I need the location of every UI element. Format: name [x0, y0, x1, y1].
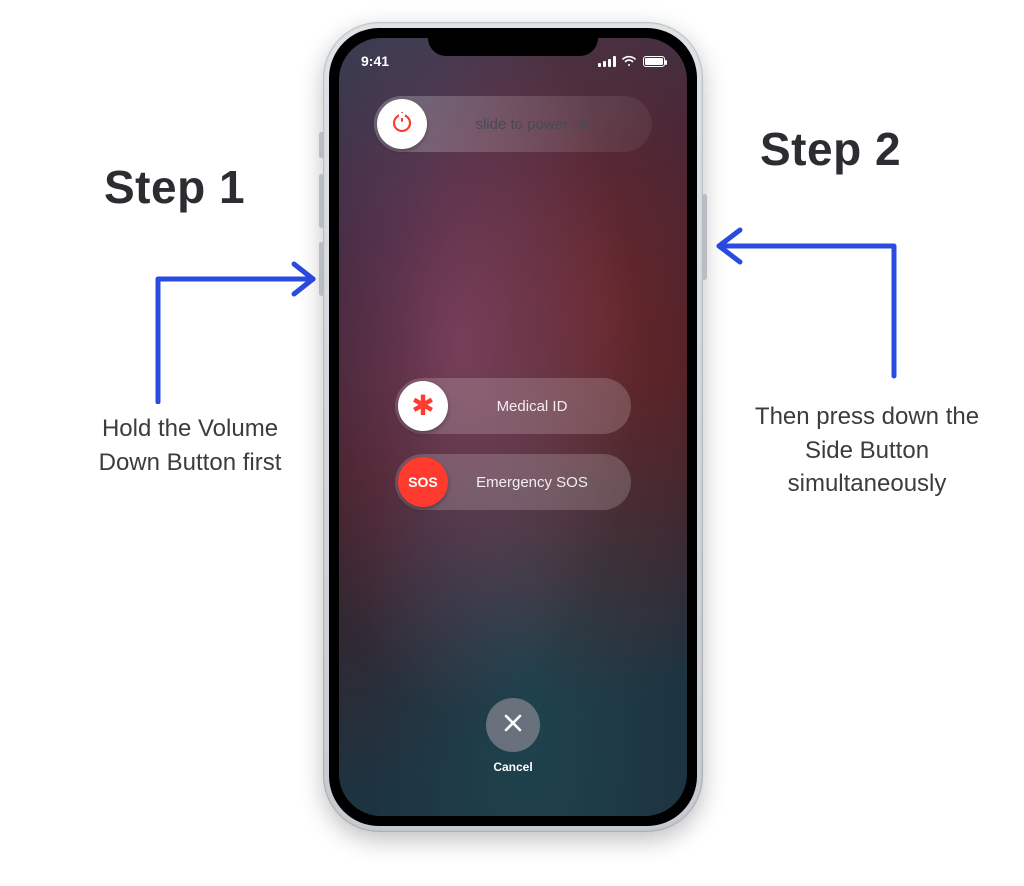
arrow-step1 — [138, 224, 328, 404]
emergency-sos-knob[interactable]: SOS — [398, 457, 448, 507]
step2-title: Step 2 — [760, 122, 901, 176]
step2-desc: Then press down the Side Button simultan… — [750, 400, 984, 501]
power-off-slider[interactable]: slide to power off — [374, 96, 652, 152]
cancel-label: Cancel — [486, 760, 540, 774]
step1-desc: Hold the Volume Down Button first — [80, 412, 300, 479]
sos-text: SOS — [408, 474, 438, 490]
phone-screen: 9:41 slide — [339, 38, 687, 816]
diagram-stage: Step 1 Hold the Volume Down Button first… — [0, 0, 1024, 886]
battery-icon — [643, 56, 665, 67]
mute-switch[interactable] — [319, 132, 324, 158]
phone-frame: 9:41 slide — [323, 22, 703, 832]
medical-id-slider[interactable]: ✱ Medical ID — [395, 378, 631, 434]
power-icon — [390, 110, 414, 138]
side-button[interactable] — [702, 194, 707, 280]
power-off-label: slide to power off — [430, 116, 652, 133]
asterisk-icon: ✱ — [411, 392, 434, 420]
emergency-sos-slider[interactable]: SOS Emergency SOS — [395, 454, 631, 510]
cellular-signal-icon — [598, 56, 615, 67]
cancel-button[interactable] — [486, 698, 540, 752]
phone-bezel: 9:41 slide — [329, 28, 697, 826]
wifi-icon — [621, 53, 637, 69]
volume-up-button[interactable] — [319, 174, 324, 228]
power-off-knob[interactable] — [377, 99, 427, 149]
arrow-step2 — [704, 176, 914, 386]
status-bar: 9:41 — [339, 48, 687, 74]
cancel-area: Cancel — [486, 698, 540, 774]
medical-id-knob[interactable]: ✱ — [398, 381, 448, 431]
medical-id-label: Medical ID — [451, 398, 631, 415]
status-time: 9:41 — [361, 53, 389, 69]
volume-down-button[interactable] — [319, 242, 324, 296]
emergency-sos-label: Emergency SOS — [451, 474, 631, 491]
step1-title: Step 1 — [104, 160, 245, 214]
close-icon — [502, 712, 524, 739]
